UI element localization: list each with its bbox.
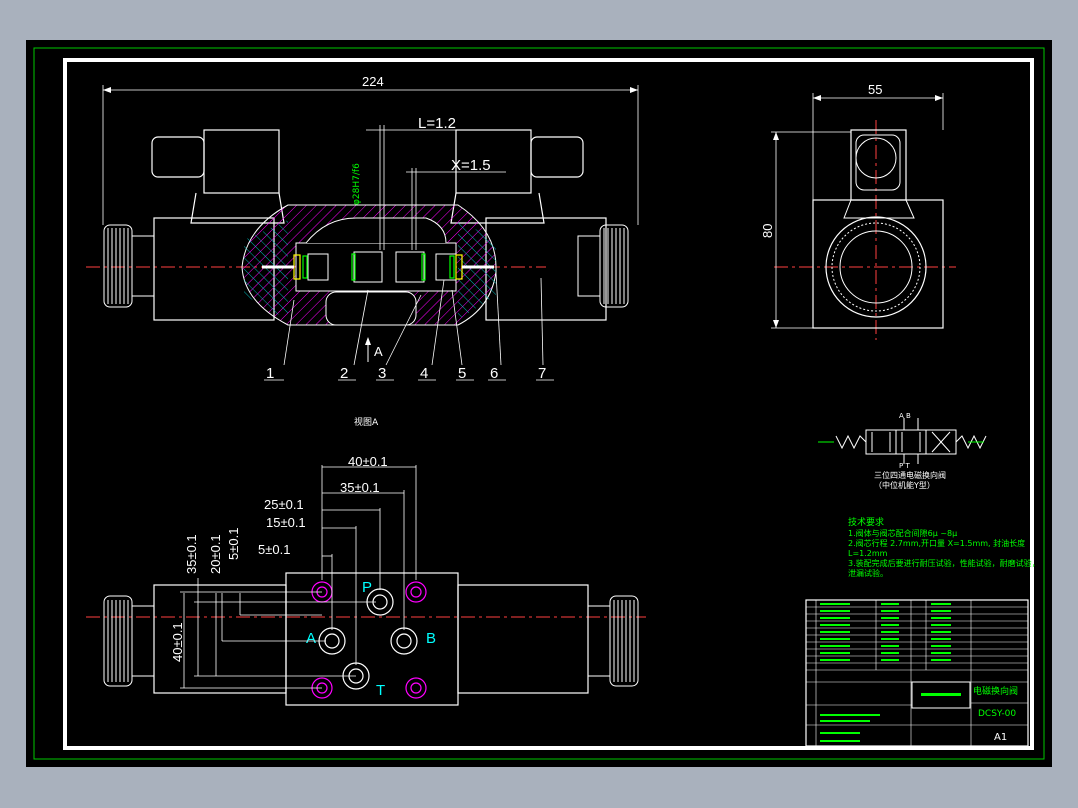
port-label-t: T [376,682,385,699]
dim-hole-35: 35±0.1 [340,480,380,495]
dim-gap-L: L=1.2 [418,115,456,132]
tech-line-1: 1.阀体与阀芯配合间隙6μ ~8μ [848,528,957,538]
cad-drawing-frame: 224 L=1.2 X=1.5 φ28H7/f6 A 1 2 3 4 5 6 7… [26,40,1052,767]
part-number-6: 6 [490,365,498,382]
dim-hole-40: 40±0.1 [348,454,388,469]
title-block-drawing-number: DCSY-00 [978,709,1016,719]
title-block: 电磁换向阀 DCSY-00 A1 [805,599,1029,747]
view-label: 视图A [354,416,379,428]
dim-side-width: 55 [868,82,882,97]
port-label-b: B [426,630,436,647]
hydraulic-symbol: A B P T 三位四通电磁换向阀 （中位机能Y型） [818,412,987,490]
part-number-2: 2 [340,365,348,382]
cad-drawing: 224 L=1.2 X=1.5 φ28H7/f6 A 1 2 3 4 5 6 7… [33,47,1045,760]
symbol-caption-line2: （中位机能Y型） [874,480,935,490]
part-number-4: 4 [420,365,428,382]
symbol-bottom-ports: P T [899,462,910,470]
part-number-5: 5 [458,365,466,382]
title-block-title: 电磁换向阀 [973,685,1018,697]
part-number-3: 3 [378,365,386,382]
dim-vert-5: 5±0.1 [226,528,241,560]
tech-line-2: 2.阀芯行程 2.7mm,开口量 X=1.5mm, 封油长度 [848,538,1025,548]
port-label-p: P [362,579,372,596]
dim-hole-15: 15±0.1 [266,515,306,530]
part-number-7: 7 [538,365,546,382]
dim-vert-35: 35±0.1 [184,534,199,574]
tech-heading: 技术要求 [848,516,884,528]
inner-frame [63,58,1034,750]
part-number-1: 1 [266,365,274,382]
front-section-view: 224 L=1.2 X=1.5 φ28H7/f6 A 1 2 3 4 5 6 7… [86,74,639,428]
section-arrow-label: A [374,344,383,359]
fit-tolerance-note: φ28H7/f6 [352,163,362,205]
bottom-port-view: P A B T 40±0.1 35±0.1 25±0.1 15±0.1 5±0.… [86,454,646,706]
symbol-top-ports: A B [899,412,911,420]
port-label-a: A [306,630,316,647]
dim-gap-X: X=1.5 [451,157,491,174]
title-block-sheet-size: A1 [994,732,1007,743]
dim-vert-40: 40±0.1 [170,622,185,662]
tech-line-4: 3.装配完成后要进行耐压试验，性能试验，耐磨试验， [848,558,1040,568]
tech-line-3: L=1.2mm [848,549,888,558]
dim-hole-5: 5±0.1 [258,542,290,557]
technical-requirements: 技术要求 1.阀体与阀芯配合间隙6μ ~8μ 2.阀芯行程 2.7mm,开口量 … [848,516,1040,578]
dim-side-height: 80 [760,224,775,238]
symbol-caption-line1: 三位四通电磁换向阀 [874,470,946,480]
tech-line-5: 泄漏试验。 [848,568,888,578]
dim-vert-20: 20±0.1 [208,534,223,574]
side-view: 55 80 [760,82,956,340]
dim-hole-25: 25±0.1 [264,497,304,512]
dim-overall-length: 224 [362,74,384,89]
